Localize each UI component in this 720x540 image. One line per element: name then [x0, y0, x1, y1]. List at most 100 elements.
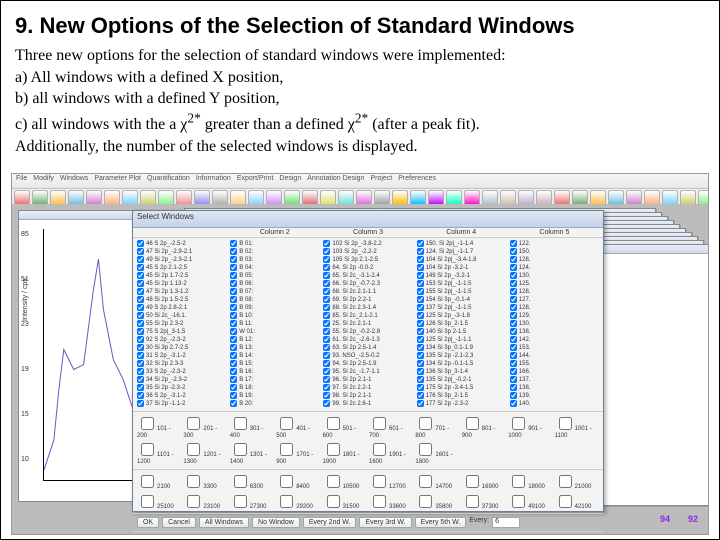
window-checkbox[interactable]: 127. — [510, 296, 599, 303]
window-checkbox[interactable]: 125 Si 2p|_-1-1.1 — [417, 336, 506, 343]
window-checkbox[interactable]: B 03: — [230, 256, 319, 263]
window-checkbox[interactable]: 126 Si 3p_2-1.5 — [417, 320, 506, 327]
window-checkbox[interactable]: 33 S 2p_-2.3-2 — [137, 368, 226, 375]
range-checkbox[interactable]: 501 - 600 — [323, 414, 367, 439]
window-checkbox[interactable]: 166. — [510, 368, 599, 375]
window-checkbox[interactable]: B 19: — [230, 392, 319, 399]
window-checkbox[interactable]: 149 Si 2p_-3.2-1 — [417, 272, 506, 279]
window-checkbox[interactable]: 128. — [510, 256, 599, 263]
number-checkbox[interactable]: 3300 — [183, 472, 227, 491]
number-checkbox[interactable]: 31500 — [323, 492, 367, 511]
range-checkbox[interactable]: 801 - 900 — [462, 414, 506, 439]
window-checkbox[interactable]: 102 Si 2p_-3.8-2.2 — [323, 240, 412, 247]
window-checkbox[interactable]: 136 Si 3p_3-1.4 — [417, 368, 506, 375]
range-checkbox[interactable]: 1601 - 1800 — [415, 440, 459, 465]
range-checkbox[interactable]: 201 - 300 — [183, 414, 227, 439]
window-checkbox[interactable]: 130. — [510, 320, 599, 327]
window-checkbox[interactable]: 125. — [510, 280, 599, 287]
window-checkbox[interactable]: 94. Si 2p 2.5-1.9 — [323, 360, 412, 367]
window-checkbox[interactable]: 140 Si 3p 2-1.5 — [417, 328, 506, 335]
menu-item[interactable]: Windows — [60, 175, 88, 182]
window-checkbox[interactable]: 34 Si 2p_-2.3-2 — [137, 376, 226, 383]
range-checkbox[interactable]: 1201 - 1300 — [183, 440, 227, 465]
window-checkbox[interactable]: B 15: — [230, 360, 319, 367]
window-checkbox[interactable]: B 16: — [230, 368, 319, 375]
window-checkbox[interactable]: 155 Si 2p|_-1-1.5 — [417, 288, 506, 295]
chart-titlebar[interactable] — [19, 211, 149, 220]
number-checkbox[interactable]: 33600 — [369, 492, 413, 511]
window-checkbox[interactable]: 98. Si 2p 2.1-1 — [323, 392, 412, 399]
window-checkbox[interactable]: 65. Si 2c_-3.1-2.4 — [323, 272, 412, 279]
number-checkbox[interactable]: 10500 — [323, 472, 367, 491]
window-checkbox[interactable]: B 14: — [230, 352, 319, 359]
menu-item[interactable]: Export/Print — [237, 175, 274, 182]
window-checkbox[interactable]: 137. — [510, 376, 599, 383]
menu-item[interactable]: Annotation Design — [307, 175, 364, 182]
window-checkbox[interactable]: 45 Si 2p 1.7-2.5 — [137, 272, 226, 279]
every-3rd-button[interactable]: Every 3rd W. — [359, 517, 411, 528]
window-checkbox[interactable]: 177 Si 2p -2.3-2 — [417, 400, 506, 407]
number-checkbox[interactable]: 14700 — [415, 472, 459, 491]
window-checkbox[interactable]: 135 Si 2p|_-0.2-1 — [417, 376, 506, 383]
every-n-input[interactable]: 6 — [492, 517, 520, 528]
window-checkbox[interactable]: 68. Si 2c 2.1-1.1 — [323, 288, 412, 295]
number-checkbox[interactable]: 37300 — [462, 492, 506, 511]
ok-button[interactable]: OK — [137, 517, 159, 528]
window-checkbox[interactable]: B 11: — [230, 320, 319, 327]
range-checkbox[interactable]: 701 - 800 — [415, 414, 459, 439]
window-checkbox[interactable]: 139. — [510, 392, 599, 399]
window-checkbox[interactable]: 97. Si 2c 2.2-1 — [323, 384, 412, 391]
window-checkbox[interactable]: 48 Si 2p 1.5-2.5 — [137, 296, 226, 303]
every-5th-button[interactable]: Every 5th W. — [415, 517, 467, 528]
window-checkbox[interactable]: 105 Si 2p 2.1-2.5 — [323, 256, 412, 263]
window-checkbox[interactable]: 135 Si 2p -2.1-2.3 — [417, 352, 506, 359]
window-checkbox[interactable]: 134 Si 2p -0.1-1.5 — [417, 360, 506, 367]
number-checkbox[interactable]: 49100 — [508, 492, 552, 511]
number-checkbox[interactable]: 16900 — [462, 472, 506, 491]
no-window-button[interactable]: No Window — [252, 517, 300, 528]
select-windows-dialog[interactable]: Select Windows Column 2Column 3Column 4C… — [132, 210, 604, 512]
range-checkbox[interactable]: 1901 - 1600 — [369, 440, 413, 465]
window-checkbox[interactable]: 104 Si 2p -3.2-1 — [417, 264, 506, 271]
range-checkbox[interactable]: 1301 - 1400 — [230, 440, 274, 465]
number-checkbox[interactable]: 8400 — [276, 472, 320, 491]
window-checkbox[interactable]: 61. Si 2c_-2.6-1.3 — [323, 336, 412, 343]
number-checkbox[interactable]: 27300 — [230, 492, 274, 511]
window-checkbox[interactable]: 35 Si 2p -2.3-2 — [137, 384, 226, 391]
window-checkbox[interactable]: 32 Si 2p 2.3-3 — [137, 360, 226, 367]
window-checkbox[interactable]: 45 S 2p 2.1-2.5 — [137, 264, 226, 271]
window-checkbox[interactable]: B 05: — [230, 272, 319, 279]
every-2nd-button[interactable]: Every 2nd W. — [303, 517, 357, 528]
menu-item[interactable]: Modify — [33, 175, 54, 182]
window-checkbox[interactable]: B 08: — [230, 296, 319, 303]
window-checkbox[interactable]: W 01: — [230, 328, 319, 335]
number-checkbox[interactable]: 12700 — [369, 472, 413, 491]
window-checkbox[interactable]: 49 Si 2p_-2.3-2.1 — [137, 256, 226, 263]
menu-item[interactable]: Information — [196, 175, 231, 182]
window-checkbox[interactable]: 95. Si 2c_-1.7-1.1 — [323, 368, 412, 375]
window-checkbox[interactable]: 49 S 2p 2.8-2.1 — [137, 304, 226, 311]
window-checkbox[interactable]: B 07: — [230, 288, 319, 295]
range-checkbox[interactable]: 1701 - 900 — [276, 440, 320, 465]
window-checkbox[interactable]: B 20: — [230, 400, 319, 407]
number-checkbox[interactable]: 23100 — [183, 492, 227, 511]
number-checkbox[interactable]: 6300 — [230, 472, 274, 491]
dialog-titlebar[interactable]: Select Windows — [133, 211, 603, 228]
window-checkbox[interactable]: 103 Si 2p_-2.2-2 — [323, 248, 412, 255]
window-checkbox[interactable]: 138. — [510, 384, 599, 391]
number-checkbox[interactable]: 25100 — [137, 492, 181, 511]
window-checkbox[interactable]: 31 S 2p_-3.1-2 — [137, 352, 226, 359]
window-checkbox[interactable]: 134 Si 3p_0.1-1.9 — [417, 344, 506, 351]
window-checkbox[interactable]: B 02: — [230, 248, 319, 255]
window-checkbox[interactable]: B 12: — [230, 336, 319, 343]
menu-item[interactable]: Parameter Plot — [94, 175, 141, 182]
menu-item[interactable]: Preferences — [398, 175, 436, 182]
window-checkbox[interactable]: B 13: — [230, 344, 319, 351]
window-checkbox[interactable]: 150. Si 2p|_-1-1.4 — [417, 240, 506, 247]
window-checkbox[interactable]: 130. — [510, 272, 599, 279]
window-checkbox[interactable]: 137 Si 2p|_-1-1.5 — [417, 304, 506, 311]
window-checkbox[interactable]: 128. — [510, 304, 599, 311]
range-checkbox[interactable]: 1801 - 1900 — [323, 440, 367, 465]
window-checkbox[interactable]: B 10: — [230, 312, 319, 319]
window-checkbox[interactable]: 99. Si 2c 2.6-1 — [323, 400, 412, 407]
